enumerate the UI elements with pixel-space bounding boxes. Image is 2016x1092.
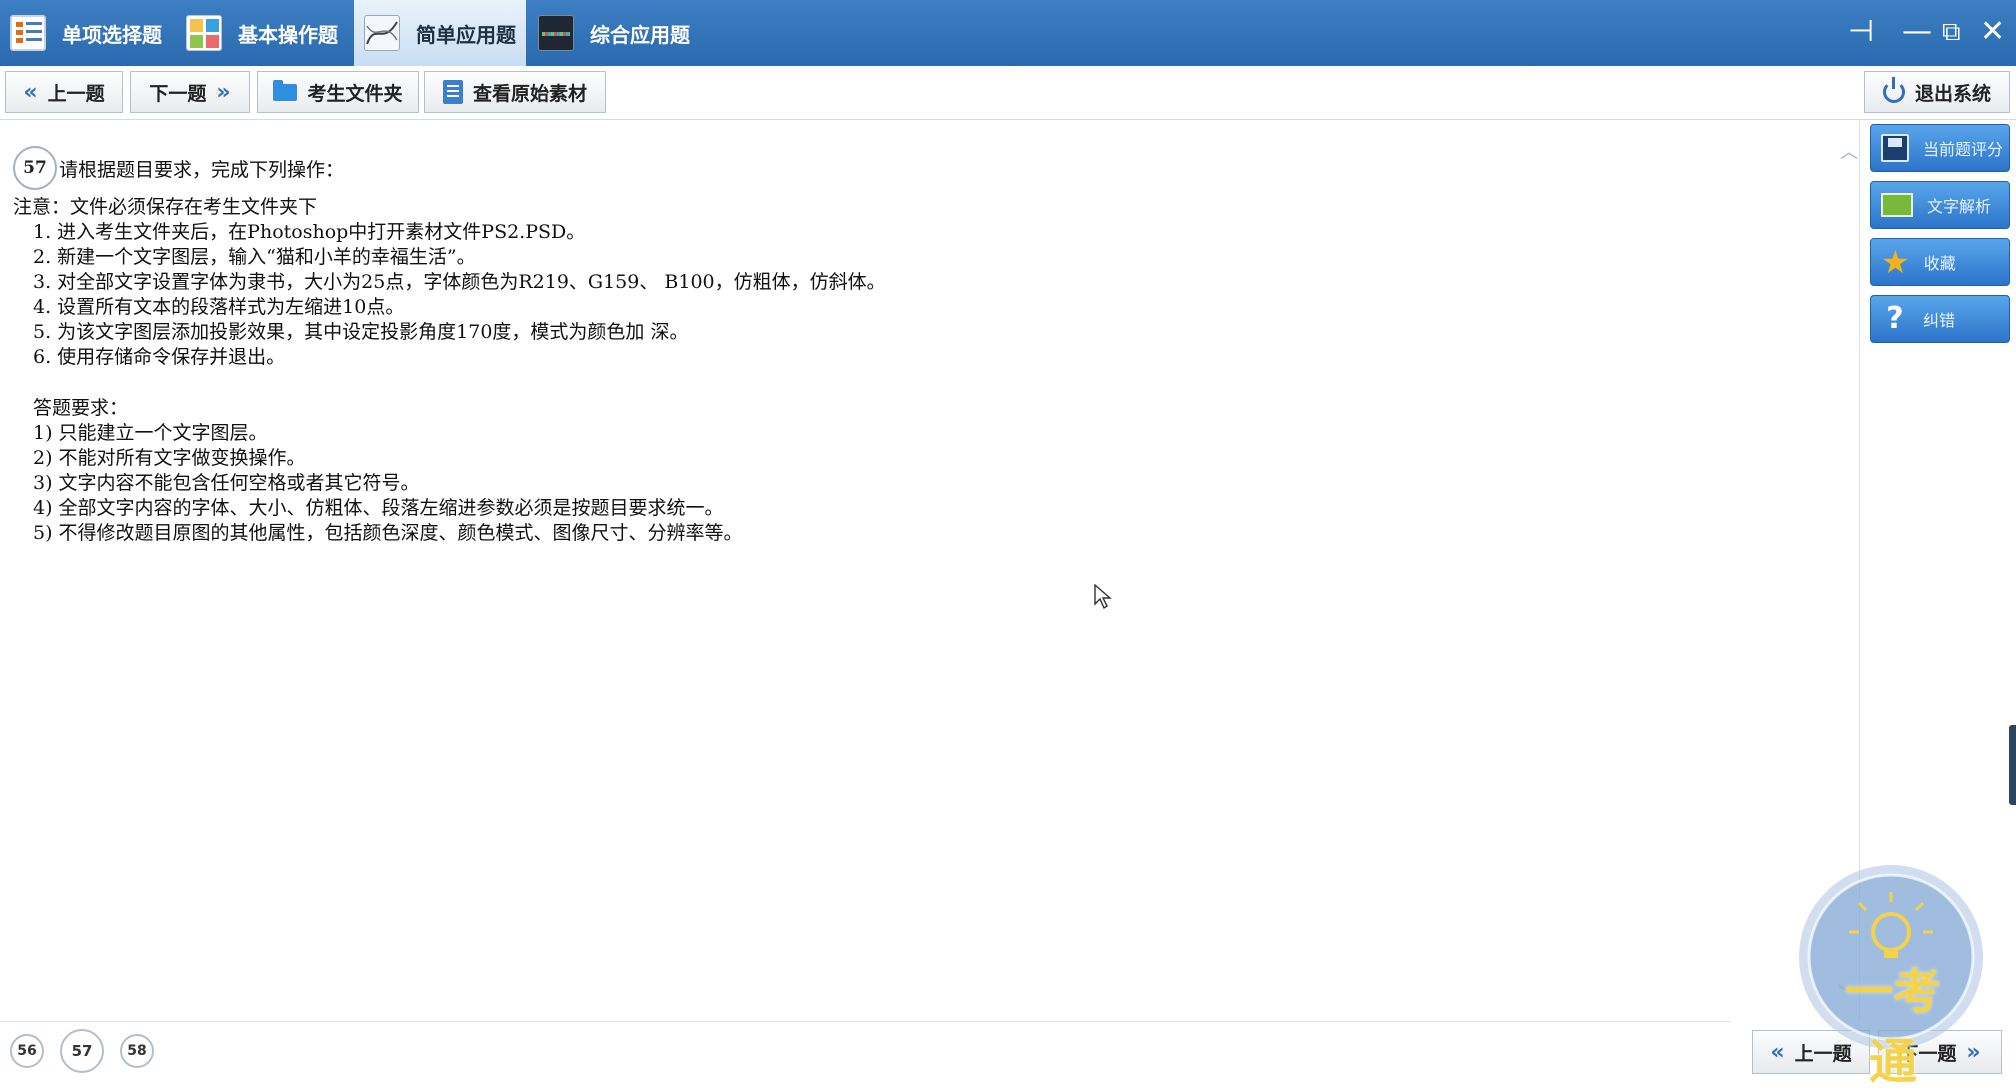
close-icon[interactable]: ✕	[1980, 14, 2005, 50]
help-icon: ?	[1886, 301, 1904, 336]
question-line: 3. 对全部文字设置字体为隶书，大小为25点，字体颜色为R219、G159、 B…	[33, 271, 886, 293]
footer-divider	[0, 1021, 1730, 1022]
question-line: 6. 使用存储命令保存并退出。	[33, 346, 286, 368]
report-error-button[interactable]: ? 纠错	[1870, 295, 2010, 343]
requirement-line: 3) 文字内容不能包含任何空格或者其它符号。	[33, 472, 420, 494]
next-label: 下一题	[149, 82, 207, 105]
tab-single-choice[interactable]: 单项选择题	[0, 0, 172, 66]
double-chevron-left-icon: «	[1770, 1039, 1785, 1065]
score-current-button[interactable]: 当前题评分	[1870, 124, 2010, 172]
side-drawer-handle[interactable]	[2009, 725, 2016, 805]
question-line: 注意：文件必须保存在考生文件夹下	[13, 196, 318, 218]
question-title: 请根据题目要求，完成下列操作：	[59, 159, 345, 181]
question-line: 2. 新建一个文字图层，输入“猫和小羊的幸福生活”。	[33, 246, 476, 268]
page-57-button[interactable]: 57	[60, 1029, 104, 1073]
exit-system-button[interactable]: 退出系统	[1864, 71, 2010, 113]
folder-label: 考生文件夹	[307, 82, 403, 105]
prev-question-button[interactable]: « 上一题	[5, 71, 123, 113]
double-chevron-right-icon: »	[216, 79, 231, 105]
star-icon: ★	[1881, 243, 1910, 281]
favorite-button[interactable]: ★ 收藏	[1870, 238, 2010, 286]
side-label: 当前题评分	[1923, 140, 2004, 159]
tab-comprehensive-application[interactable]: 综合应用题	[528, 0, 704, 66]
side-label: 文字解析	[1927, 197, 1992, 216]
page-58-button[interactable]: 58	[120, 1034, 154, 1068]
curve-icon-graphic	[366, 21, 398, 45]
watermark-text: 一考通	[1844, 964, 1941, 1090]
tab-label: 单项选择题	[62, 22, 162, 47]
tab-simple-application[interactable]: 简单应用题	[354, 0, 526, 66]
side-label: 收藏	[1923, 254, 1956, 273]
tab-bar: 单项选择题 基本操作题 简单应用题 综合应用题 ⊣ — ⧉ ✕	[0, 0, 2016, 66]
requirements-heading: 答题要求：	[33, 397, 129, 419]
mouse-cursor-icon	[1094, 584, 1112, 610]
page-56-button[interactable]: 56	[10, 1034, 44, 1068]
question-line: 4. 设置所有文本的段落样式为左缩进10点。	[33, 296, 405, 318]
chart-icon	[538, 15, 574, 51]
question-line: 5. 为该文字图层添加投影效果，其中设定投影角度170度，模式为颜色加 深。	[33, 321, 689, 343]
restore-icon[interactable]: ⧉	[1942, 14, 1961, 50]
tab-label: 基本操作题	[238, 22, 338, 47]
power-icon	[1882, 77, 1905, 103]
exit-label: 退出系统	[1914, 82, 1991, 105]
prev-label: 上一题	[47, 82, 105, 105]
scroll-up-icon[interactable]: ︿	[1840, 138, 1858, 164]
next-question-button[interactable]: 下一题 »	[130, 71, 250, 113]
question-line: 1. 进入考生文件夹后，在Photoshop中打开素材文件PS2.PSD。	[33, 221, 586, 243]
book-icon	[1881, 193, 1913, 217]
side-label: 纠错	[1923, 311, 1956, 330]
curve-icon	[364, 15, 400, 51]
save-icon	[1881, 134, 1909, 162]
pin-icon[interactable]: ⊣	[1848, 14, 1874, 50]
candidate-folder-button[interactable]: 考生文件夹	[257, 71, 419, 113]
source-label: 查看原始素材	[472, 82, 587, 105]
requirement-line: 1) 只能建立一个文字图层。	[33, 422, 268, 444]
requirement-line: 2) 不能对所有文字做变换操作。	[33, 447, 306, 469]
view-source-button[interactable]: 查看原始素材	[424, 71, 606, 113]
folder-icon	[273, 79, 298, 101]
requirement-line: 5) 不得修改题目原图的其他属性，包括颜色深度、颜色模式、图像尺寸、分辨率等。	[33, 522, 743, 544]
grid-icon	[186, 15, 222, 51]
text-analysis-button[interactable]: 文字解析	[1870, 181, 2010, 229]
double-chevron-left-icon: «	[23, 79, 38, 105]
question-number-badge: 57	[13, 146, 57, 190]
minimize-icon[interactable]: —	[1902, 14, 1932, 50]
requirement-line: 4) 全部文字内容的字体、大小、仿粗体、段落左缩进参数必须是按题目要求统一。	[33, 497, 724, 519]
toolbar: « 上一题 下一题 » 考生文件夹 查看原始素材 退出系统	[0, 66, 2016, 120]
tab-label: 简单应用题	[416, 22, 516, 47]
tab-label: 综合应用题	[590, 22, 690, 47]
tab-basic-operation[interactable]: 基本操作题	[176, 0, 352, 66]
list-icon	[10, 15, 46, 51]
document-icon	[442, 80, 463, 104]
